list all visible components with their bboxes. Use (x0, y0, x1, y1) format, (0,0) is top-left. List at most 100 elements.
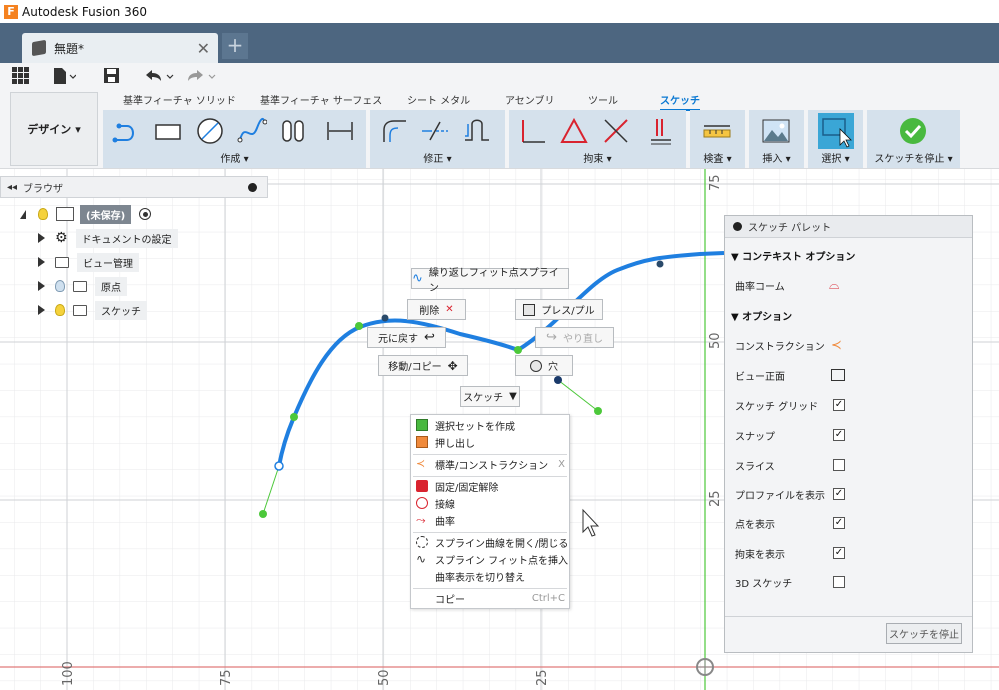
fillet-icon[interactable] (378, 116, 408, 146)
browser-item-origin[interactable]: 原点 (38, 276, 127, 296)
parallel-constraint-icon[interactable] (645, 116, 675, 146)
sketch-grid-checkbox[interactable]: ✓ (833, 399, 845, 411)
activate-radio-icon[interactable] (139, 208, 152, 220)
move-copy-button[interactable]: 移動/コピー ✥ (378, 355, 468, 376)
undo-button[interactable]: 元に戻す ↩ (367, 327, 446, 348)
inspect-group-label[interactable]: 検査 ▾ (690, 150, 745, 165)
menu-item-open-close-spline[interactable]: スプライン曲線を開く/閉じる (411, 534, 569, 551)
redo-button[interactable]: ↪ やり直し (535, 327, 614, 348)
slot-icon[interactable] (279, 116, 309, 146)
sketch-palette-header[interactable]: スケッチ パレット (725, 216, 972, 238)
browser-item-document-settings[interactable]: ⚙ ドキュメントの設定 (38, 228, 178, 248)
spline-endpoint[interactable] (274, 461, 284, 471)
select-group-label[interactable]: 選択 ▾ (808, 150, 863, 165)
spline-icon[interactable] (237, 116, 267, 146)
menu-item-create-selection-set[interactable]: 選択セットを作成 (411, 417, 569, 434)
menu-item-tangent[interactable]: 接線 (411, 495, 569, 512)
press-pull-icon (523, 303, 536, 316)
tab-sheet-metal[interactable]: シート メタル (407, 92, 470, 107)
fit-point[interactable] (290, 413, 298, 421)
measure-icon[interactable] (702, 116, 732, 146)
dimension-icon[interactable] (325, 116, 355, 146)
options-section[interactable]: ▼ オプション (731, 308, 792, 323)
browser-root[interactable]: (未保存) (20, 204, 152, 224)
expand-icon[interactable] (20, 209, 26, 219)
palette-minimize-icon[interactable] (733, 222, 742, 231)
finish-sketch-label[interactable]: スケッチを停止 ▾ (867, 150, 960, 165)
triangle-constraint-icon[interactable] (559, 116, 589, 146)
expand-icon[interactable] (38, 305, 45, 315)
slice-checkbox[interactable] (833, 459, 845, 471)
constraints-group-label[interactable]: 拘束 ▾ (509, 150, 686, 165)
redo-icon[interactable] (185, 67, 217, 85)
look-at-icon[interactable] (831, 369, 845, 381)
fit-point[interactable] (554, 376, 562, 384)
close-tab-icon[interactable]: ✕ (197, 39, 210, 58)
perpendicular-icon[interactable] (517, 116, 547, 146)
menu-item-extrude[interactable]: 押し出し (411, 434, 569, 451)
menu-item-fix-unfix[interactable]: 固定/固定解除 (411, 478, 569, 495)
new-tab-button[interactable]: + (222, 33, 248, 59)
create-group-label[interactable]: 作成 ▾ (103, 150, 366, 165)
fit-point[interactable] (514, 346, 522, 354)
modify-group-label[interactable]: 修正 ▾ (370, 150, 505, 165)
browser-item-label: 原点 (95, 276, 127, 296)
tab-tools[interactable]: ツール (588, 92, 618, 107)
caret-down-icon: ▼ (509, 391, 517, 402)
visibility-bulb-icon[interactable] (38, 208, 48, 220)
spline-fit-button[interactable]: ∿ 繰り返しフィット点スプライン (411, 268, 569, 294)
save-icon[interactable] (103, 67, 121, 85)
line-icon[interactable] (111, 116, 141, 146)
menu-item-curvature[interactable]: ⤳ 曲率 (411, 512, 569, 529)
file-menu-icon[interactable] (52, 67, 76, 85)
snap-checkbox[interactable]: ✓ (833, 429, 845, 441)
sketch-dropdown-button[interactable]: スケッチ ▼ (460, 386, 520, 407)
show-points-checkbox[interactable]: ✓ (833, 517, 845, 529)
menu-item-copy[interactable]: コピー Ctrl+C (411, 590, 569, 607)
press-pull-button[interactable]: プレス/プル (515, 299, 603, 320)
undo-icon[interactable] (143, 67, 175, 85)
workspace-switcher[interactable]: デザイン ▾ (10, 92, 98, 166)
browser-item-views[interactable]: ビュー管理 (38, 252, 139, 272)
menu-item-construction[interactable]: ≺ 標準/コンストラクション X (411, 456, 569, 473)
data-panel-grid-icon[interactable] (12, 67, 30, 85)
curvature-comb-icon[interactable]: ⌓ (829, 278, 839, 293)
browser-minimize-icon[interactable] (248, 182, 257, 192)
collapse-browser-icon[interactable]: ◂◂ (7, 182, 17, 193)
tangent-handle[interactable] (259, 510, 267, 518)
tangent-handle[interactable] (594, 407, 602, 415)
angle-constraint-icon[interactable] (601, 116, 631, 146)
delete-button[interactable]: 削除 ✕ (407, 299, 466, 320)
tab-sketch[interactable]: スケッチ (660, 92, 700, 111)
construction-toggle-icon[interactable]: ≺ (831, 338, 842, 353)
select-icon[interactable] (818, 113, 854, 149)
browser-item-sketches[interactable]: スケッチ (38, 300, 147, 320)
tab-surface[interactable]: 基準フィーチャ サーフェス (260, 92, 382, 107)
trim-icon[interactable] (420, 116, 450, 146)
rectangle-icon[interactable] (153, 116, 183, 146)
fit-point[interactable] (355, 322, 363, 330)
insert-image-icon[interactable] (761, 116, 791, 146)
show-constraints-checkbox[interactable]: ✓ (833, 547, 845, 559)
expand-icon[interactable] (38, 281, 45, 291)
insert-group-label[interactable]: 挿入 ▾ (749, 150, 804, 165)
fit-point[interactable] (656, 260, 664, 268)
menu-item-insert-fit-point[interactable]: ∿ スプライン フィット点を挿入 (411, 551, 569, 568)
stop-sketch-button[interactable]: スケッチを停止 (886, 623, 962, 644)
offset-icon[interactable] (462, 116, 492, 146)
finish-sketch-check-icon[interactable] (898, 116, 928, 146)
expand-icon[interactable] (38, 257, 45, 267)
3d-sketch-checkbox[interactable] (833, 576, 845, 588)
menu-item-toggle-curvature-display[interactable]: 曲率表示を切り替え (411, 568, 569, 585)
fit-point[interactable] (381, 314, 389, 322)
context-options-section[interactable]: ▼ コンテキスト オプション (731, 248, 855, 263)
visibility-bulb-icon[interactable] (55, 280, 65, 292)
expand-icon[interactable] (38, 233, 45, 243)
show-profile-checkbox[interactable]: ✓ (833, 488, 845, 500)
document-tab[interactable]: 無題* ✕ (22, 33, 218, 63)
circle-icon[interactable] (195, 116, 225, 146)
visibility-bulb-icon[interactable] (55, 304, 65, 316)
tab-solid[interactable]: 基準フィーチャ ソリッド (123, 92, 236, 107)
hole-button[interactable]: 穴 (515, 355, 573, 376)
tab-assembly[interactable]: アセンブリ (505, 92, 555, 107)
